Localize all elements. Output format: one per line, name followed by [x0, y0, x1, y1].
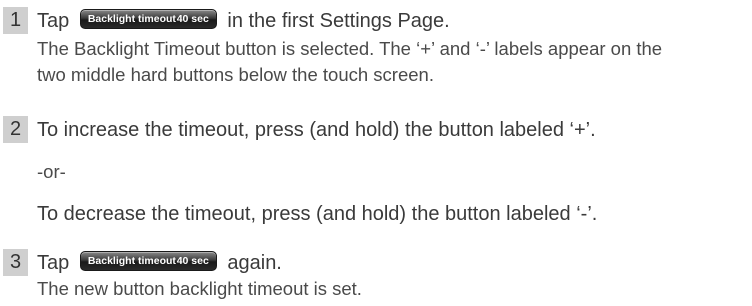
step-3-instruction: Tap Backlight timeout 40 sec again. [37, 250, 282, 276]
step-2-or-text: -or- [37, 161, 66, 182]
backlight-timeout-button-label: Backlight timeout [87, 254, 176, 267]
step-1-detail-line-1: The Backlight Timeout button is selected… [37, 38, 663, 59]
step-3-detail-line-1: The new button backlight timeout is set. [37, 278, 362, 299]
backlight-timeout-button-label: Backlight timeout [87, 12, 176, 25]
step-3-after-text: again. [227, 252, 282, 274]
step-1-detail-line-2: two middle hard buttons below the touch … [37, 64, 434, 85]
step-2-alt-instruction: To decrease the timeout, press (and hold… [37, 203, 598, 225]
step-number-3: 3 [3, 249, 28, 276]
backlight-timeout-button[interactable]: Backlight timeout 40 sec [79, 8, 217, 29]
step-number-2: 2 [3, 116, 28, 143]
backlight-timeout-button-value: 40 sec [176, 12, 209, 25]
step-1-instruction: Tap Backlight timeout 40 sec in the firs… [37, 8, 450, 34]
step-1-after-text: in the first Settings Page. [227, 10, 450, 32]
step-number-1: 1 [3, 7, 28, 34]
backlight-timeout-button-value: 40 sec [176, 254, 209, 267]
step-3-tap-text: Tap [37, 252, 70, 274]
step-1-tap-text: Tap [37, 10, 70, 32]
backlight-timeout-button[interactable]: Backlight timeout 40 sec [79, 250, 217, 271]
step-2-instruction: To increase the timeout, press (and hold… [37, 119, 596, 141]
